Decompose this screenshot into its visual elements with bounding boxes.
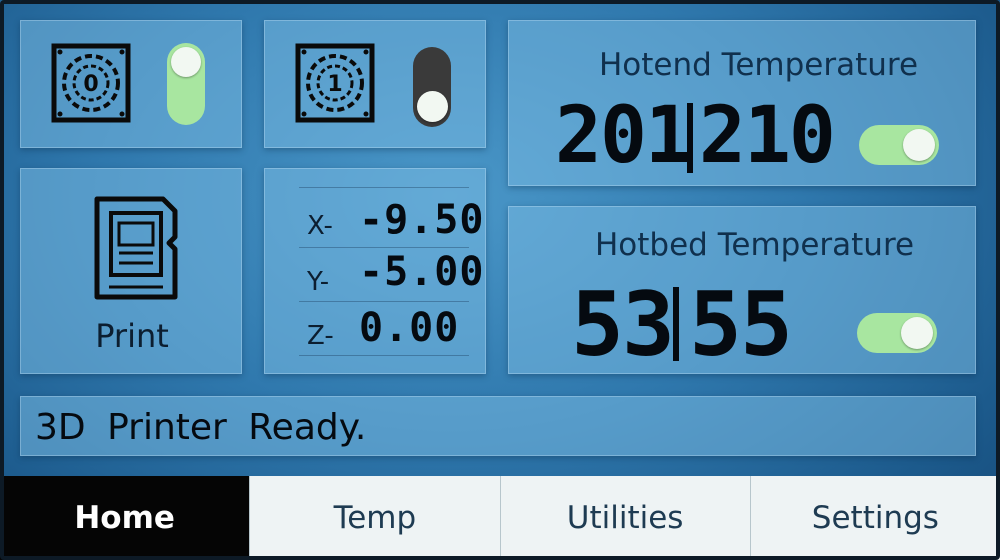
z-axis-value: 0.00 (359, 305, 460, 351)
fan1-panel: 1 (264, 20, 486, 148)
fan-1-toggle[interactable] (413, 47, 451, 127)
hotend-divider (687, 103, 693, 173)
tab-temp[interactable]: Temp (249, 476, 500, 560)
hotend-current-temp: 201 (555, 91, 692, 181)
status-text: 3D Printer Ready. (35, 407, 367, 448)
hotend-target-temp: 210 (699, 91, 836, 181)
x-axis-value: -9.50 (359, 197, 485, 243)
hotend-panel: Hotend Temperature 201 210 (508, 20, 976, 186)
fan-0-icon[interactable]: 0 (51, 43, 131, 123)
axis-position-panel: X- -9.50 Y- -5.00 Z- 0.00 (264, 168, 486, 374)
y-axis-label: Y- (307, 267, 330, 297)
y-axis-value: -5.00 (359, 249, 485, 295)
print-panel[interactable]: Print (20, 168, 242, 374)
fan-0-toggle[interactable] (167, 43, 205, 125)
hotbed-current-temp: 53 (571, 273, 675, 376)
x-axis-label: X- (307, 211, 333, 241)
tab-utilities[interactable]: Utilities (499, 476, 750, 560)
hotbed-heater-toggle[interactable] (857, 313, 937, 353)
fan-0-label: 0 (83, 72, 98, 97)
hotbed-title: Hotbed Temperature (595, 227, 915, 263)
z-axis-label: Z- (307, 321, 334, 351)
fan-1-icon[interactable]: 1 (295, 43, 375, 123)
print-label: Print (95, 317, 169, 355)
hotbed-panel: Hotbed Temperature 53 55 (508, 206, 976, 376)
tab-home[interactable]: Home (0, 476, 250, 560)
tab-settings[interactable]: Settings (749, 476, 1000, 560)
hotbed-target-temp: 55 (689, 273, 793, 376)
fan-1-label: 1 (327, 72, 342, 97)
sd-card-icon (93, 195, 179, 301)
status-bar: 3D Printer Ready. (20, 396, 976, 456)
hotbed-divider (673, 287, 679, 361)
bottom-nav: Home Temp Utilities Settings (0, 476, 1000, 560)
hotend-heater-toggle[interactable] (859, 125, 939, 165)
hotend-title: Hotend Temperature (599, 47, 919, 83)
fan0-panel: 0 (20, 20, 242, 148)
